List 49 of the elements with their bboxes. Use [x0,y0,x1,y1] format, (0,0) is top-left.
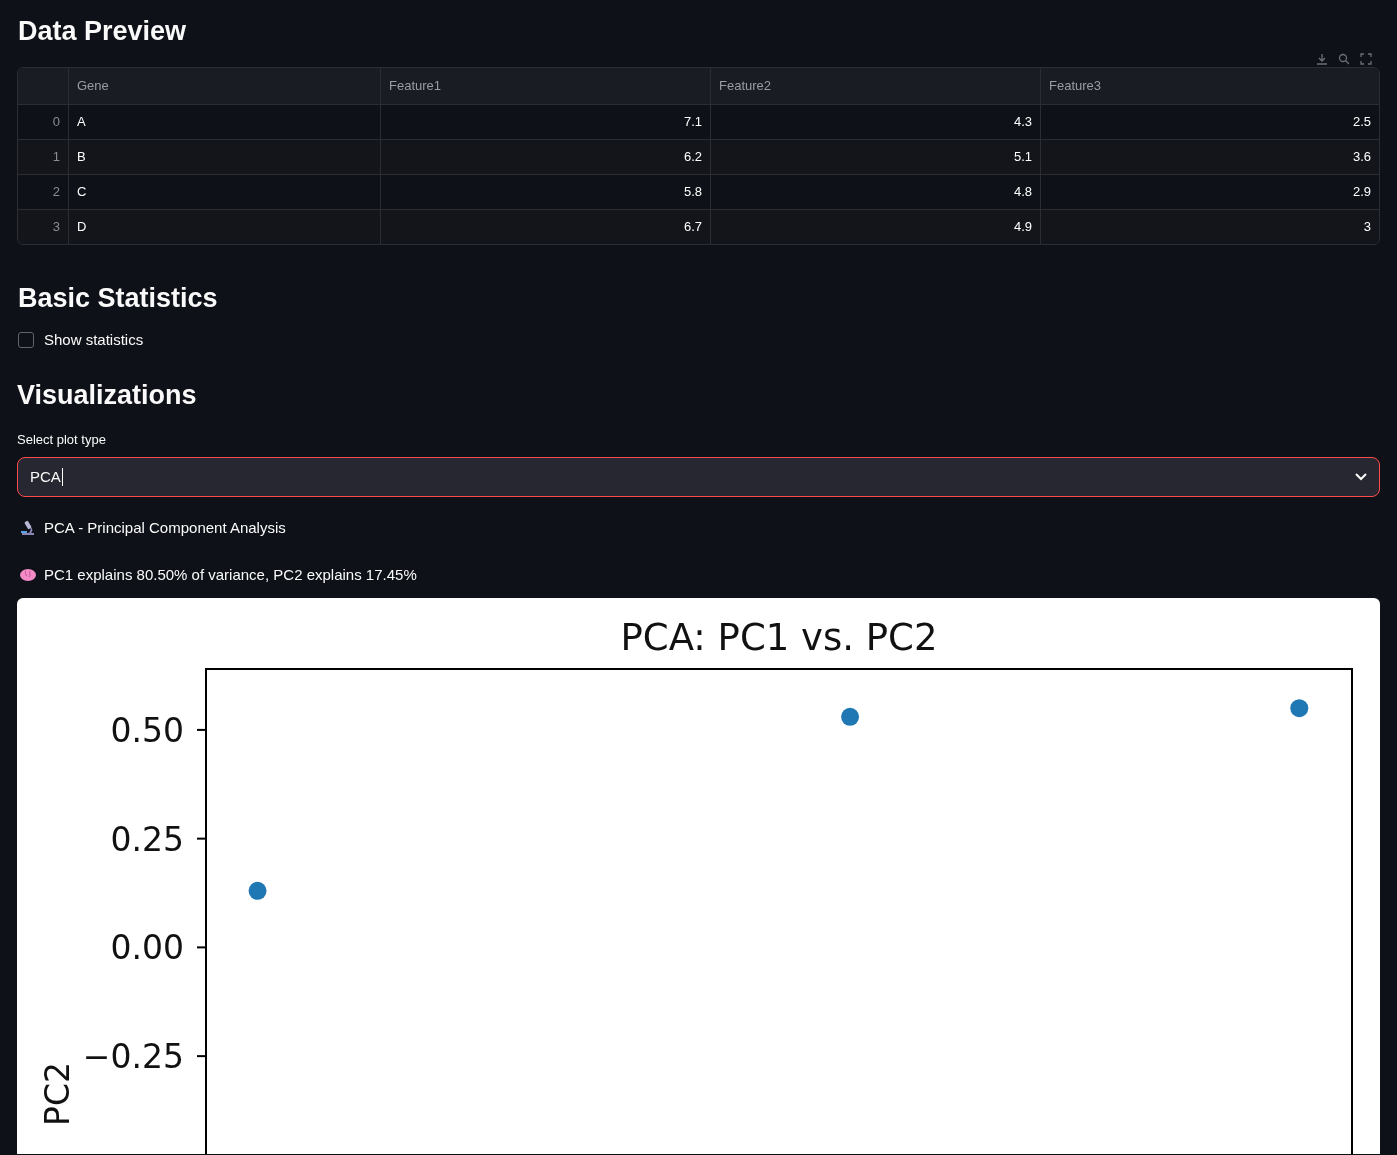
table-cell-text: D [77,218,87,237]
table-cell-text: 5.8 [683,183,702,202]
table-cell-text: 3 [1363,218,1371,237]
data-point [248,881,267,900]
section-heading: Basic Statistics [17,282,219,315]
row-index: 3 [52,218,60,237]
section-heading: Visualizations [17,378,198,412]
download-icon[interactable] [1316,53,1328,65]
table-cell-text: 3.6 [1352,148,1371,167]
table-cell-text: 7.1 [683,113,702,132]
table-cell-text: 6.2 [683,148,702,167]
plot-type-select[interactable]: PCA [17,457,1380,497]
y-axis-label: PC2 [38,1062,77,1126]
y-tick-label: −0.25 [82,1037,184,1077]
y-tick-label: 0.25 [110,819,184,859]
info-text: PCA - Principal Component Analysis [44,518,286,538]
microscope-icon [19,520,37,537]
table-cell-text: B [77,148,86,167]
row-index: 1 [52,148,60,167]
chart-title: PCA: PC1 vs. PC2 [620,616,938,659]
column-header[interactable]: Feature2 [719,76,772,96]
brain-icon [19,566,37,583]
data-point [841,707,860,726]
y-tick-label: 0.00 [110,928,184,968]
column-header[interactable]: Feature1 [389,76,442,96]
table-cell-text: 2.5 [1352,113,1371,132]
section-heading: Data Preview [17,15,188,48]
info-text: PC1 explains 80.50% of variance, PC2 explains 17.45% [44,564,417,585]
table-cell-text: 5.1 [1013,148,1032,167]
y-tick-label: 0.50 [110,710,184,750]
checkbox[interactable] [18,332,34,349]
table-cell-text: 2.9 [1352,183,1371,202]
table-cell-text: 4.9 [1013,218,1032,237]
row-index: 2 [52,183,60,202]
chevron-down-icon [1355,473,1367,481]
checkbox-label: Show statistics [44,330,144,350]
select-value: PCA [30,466,61,487]
row-index: 0 [52,113,60,132]
table-cell-text: A [77,113,86,132]
table-cell-text: 6.7 [683,218,702,237]
table-cell-text: 4.8 [1013,183,1032,202]
data-point [1290,699,1309,718]
table-cell-text: C [77,183,87,202]
column-header[interactable]: Feature3 [1049,76,1102,96]
field-label: Select plot type [17,430,107,449]
fullscreen-icon[interactable] [1360,53,1372,65]
table-cell-text: 4.3 [1013,113,1032,132]
column-header[interactable]: Gene [77,76,109,96]
search-icon[interactable] [1338,53,1350,65]
